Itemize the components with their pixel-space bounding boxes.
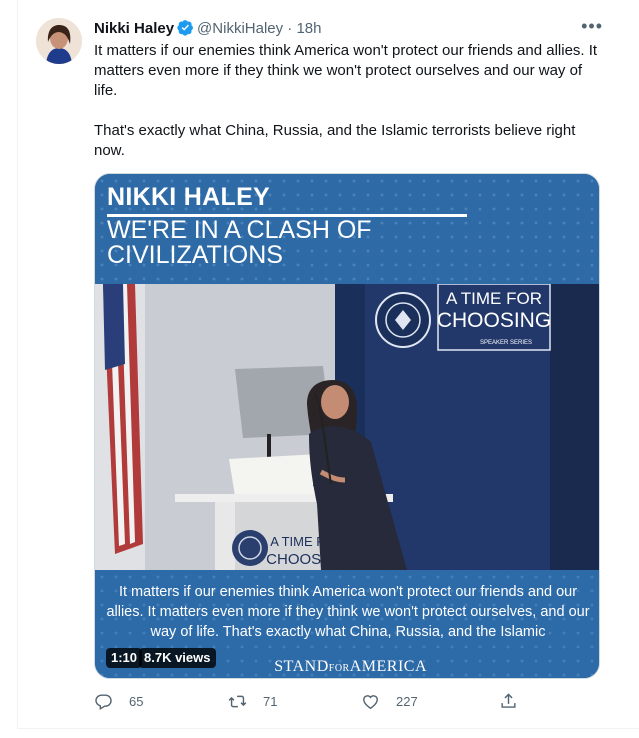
brand-for: FOR	[328, 663, 350, 674]
tweet-text: It matters if our enemies think America …	[94, 41, 609, 161]
video-overlay-headline: WE'RE IN A CLASH OF CIVILIZATIONS	[107, 216, 372, 269]
video-title-band: NIKKI HALEY WE'RE IN A CLASH OF CIVILIZA…	[95, 174, 599, 284]
timeline-divider	[17, 0, 18, 728]
tweet-paragraph: It matters if our enemies think America …	[94, 42, 598, 99]
retweet-icon	[228, 695, 247, 707]
video-frame: A TIME FOR CHOOSING SPEAKER SERIES A TIM…	[95, 284, 599, 570]
reply-count: 65	[129, 693, 144, 709]
avatar-photo	[36, 18, 82, 64]
tweet-actions: 65 71 227	[94, 690, 534, 712]
video-views-badge: 8.7K views	[139, 648, 216, 668]
like-count: 227	[396, 693, 418, 709]
author-handle[interactable]: @NikkiHaley	[197, 20, 283, 37]
backdrop-title-line1: A TIME FOR	[446, 289, 542, 308]
tweet-divider	[17, 728, 639, 729]
like-button[interactable]: 227	[361, 690, 418, 712]
video-duration-badge: 1:10	[106, 648, 143, 668]
retweet-count: 71	[263, 693, 278, 709]
reply-button[interactable]: 65	[94, 690, 143, 712]
avatar[interactable]	[36, 18, 82, 64]
more-options-icon[interactable]: •••	[581, 16, 603, 37]
retweet-button[interactable]: 71	[228, 690, 277, 712]
video-overlay-name: NIKKI HALEY	[107, 183, 271, 211]
tweet[interactable]: Nikki Haley @NikkiHaley · 18h ••• It matt…	[0, 0, 639, 738]
brand-word: AMERICA	[349, 658, 427, 675]
tweet-paragraph: That's exactly what China, Russia, and t…	[94, 122, 576, 159]
brand-watermark: STANDFORAMERICA	[274, 658, 427, 676]
share-button[interactable]	[499, 690, 534, 712]
share-icon	[501, 692, 516, 708]
tweet-header: Nikki Haley @NikkiHaley · 18h	[94, 19, 599, 39]
backdrop-title-line2: CHOOSING	[437, 309, 551, 332]
video-player[interactable]: NIKKI HALEY WE'RE IN A CLASH OF CIVILIZA…	[94, 173, 600, 679]
verified-badge-icon	[177, 19, 194, 36]
heart-icon	[363, 694, 378, 709]
reply-icon	[95, 693, 112, 710]
author-name[interactable]: Nikki Haley	[94, 20, 174, 37]
brand-word: STAND	[274, 658, 329, 675]
separator-dot: ·	[287, 20, 293, 37]
video-caption: It matters if our enemies think America …	[106, 584, 590, 640]
tweet-time[interactable]: 18h	[296, 20, 321, 37]
backdrop-subtitle: SPEAKER SERIES	[480, 340, 532, 346]
